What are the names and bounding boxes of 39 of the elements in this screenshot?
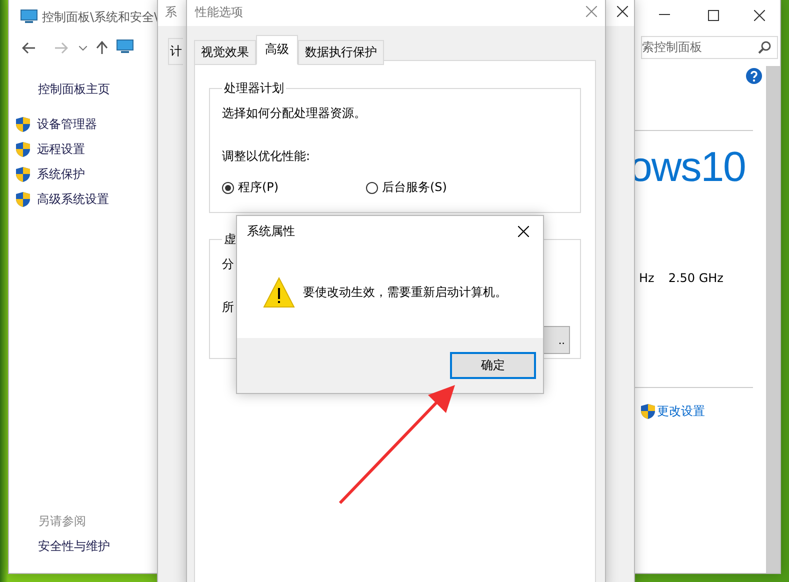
window-title: 系: [165, 5, 177, 19]
sidebar-link[interactable]: 高级系统设置: [15, 191, 109, 208]
description-text: 选择如何分配处理器资源。: [222, 105, 367, 122]
scrollbar[interactable]: [766, 66, 780, 573]
label-text: 分: [222, 256, 235, 273]
shield-icon: [15, 141, 31, 158]
sidebar-link[interactable]: 设备管理器: [15, 116, 109, 133]
shield-icon: [15, 116, 31, 133]
ok-button[interactable]: 确定: [450, 352, 536, 379]
tab[interactable]: 视觉效果: [194, 40, 256, 65]
computer-icon: [116, 39, 134, 55]
sidebar-link[interactable]: 安全性与维护: [38, 538, 110, 555]
window-title: 性能选项: [195, 5, 243, 19]
sidebar-link[interactable]: 远程设置: [15, 141, 109, 158]
radio-option[interactable]: 后台服务(S): [366, 179, 510, 196]
processor-speed: Hz: [639, 271, 654, 285]
group-title: 处理器计划: [223, 80, 285, 97]
search-field[interactable]: 索控制面板: [641, 36, 778, 59]
warning-icon: [263, 276, 295, 308]
change-settings-link[interactable]: 更改设置: [657, 403, 705, 420]
prompt-text: 调整以优化性能:: [222, 148, 312, 165]
label-text: 所: [222, 299, 235, 316]
help-icon[interactable]: [746, 68, 762, 84]
search-icon: [758, 41, 771, 54]
group-title: 虚: [223, 231, 237, 248]
message-text: 要使改动生效，需要重新启动计算机。: [303, 284, 507, 300]
shield-icon: [15, 166, 31, 183]
tab[interactable]: 数据执行保护: [298, 40, 384, 65]
tab[interactable]: 高级: [256, 35, 298, 65]
processor-speed: 2.50 GHz: [668, 271, 724, 285]
computer-icon: [20, 9, 38, 25]
shield-icon: [15, 191, 31, 208]
dialog-title: 系统属性: [247, 222, 295, 240]
shield-icon: [640, 403, 656, 420]
see-also-heading: 另请参阅: [38, 514, 86, 528]
tab[interactable]: 计: [168, 38, 183, 65]
radio-option[interactable]: 程序(P): [222, 179, 366, 196]
home-link[interactable]: 控制面板主页: [38, 82, 110, 96]
sidebar-link[interactable]: 系统保护: [15, 166, 109, 183]
